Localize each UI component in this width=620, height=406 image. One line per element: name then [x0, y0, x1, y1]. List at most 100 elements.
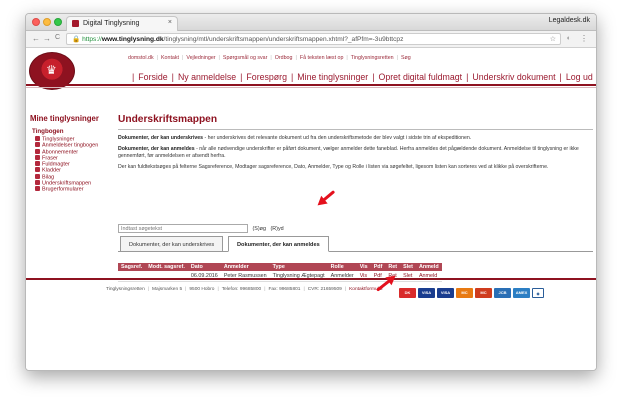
bullet-square-icon — [35, 167, 40, 173]
nav-separator: | — [240, 72, 243, 82]
intro-1-bold: Dokumenter, der kan underskrives — [118, 135, 204, 141]
footer-9500-hobro: 9500 Hobro — [189, 287, 215, 292]
sidebar-item-anmeldelser-tingbogen[interactable]: Anmeldelser tingbogen — [35, 142, 98, 149]
sidebar-item-label: Brugerformularer — [42, 186, 84, 193]
top-link-separator: | — [156, 55, 159, 61]
top-link-kontakt[interactable]: Kontakt — [161, 55, 179, 61]
bookmark-star-icon[interactable]: ☆ — [550, 35, 556, 43]
tab-title: Digital Tinglysning — [83, 20, 140, 27]
column-header-dato[interactable]: Dato — [187, 263, 221, 271]
footer-separator: | — [303, 287, 305, 292]
top-link-tinglysningsretten[interactable]: Tinglysningsretten — [351, 55, 394, 61]
sidebar-item-brugerformularer[interactable]: Brugerformularer — [35, 186, 98, 193]
secure-shield-icon: ◈ — [532, 287, 544, 298]
intro-paragraph-3: Der kan fuldtekstsøges på felterne Sagsr… — [118, 164, 549, 171]
nav-item-underskriv-dokument[interactable]: Underskriv dokument — [472, 72, 555, 82]
browser-menu-icon[interactable]: ⋮ — [580, 34, 588, 43]
card-dk-icon: DK — [399, 287, 416, 298]
footer-fax-99685801: Fax: 99685801 — [268, 287, 301, 292]
browser-window: Digital Tinglysning × Legaldesk.dk ← → C… — [25, 13, 597, 371]
card-amex-icon: AMEX — [513, 287, 530, 298]
column-header-anmeld[interactable]: Anmeld — [415, 263, 442, 271]
nav-separator: | — [132, 72, 135, 82]
browser-tab[interactable]: Digital Tinglysning × — [66, 16, 178, 31]
top-link-separator: | — [346, 55, 348, 61]
top-link-ordbog[interactable]: Ordbog — [275, 55, 293, 61]
top-link-domstol-dk[interactable]: domstol.dk — [128, 55, 154, 61]
tab-can-sign[interactable]: Dokumenter, der kan underskrives — [120, 236, 224, 252]
nav-item-mine-tinglysninger[interactable]: Mine tinglysninger — [297, 72, 368, 82]
url-scheme: https:// — [82, 36, 102, 43]
bullet-square-icon — [35, 136, 40, 141]
card-jcb-icon: JCB — [494, 287, 511, 298]
footer-telefon-99685800: Telefon: 99685800 — [221, 287, 262, 292]
footer-separator: | — [217, 287, 219, 292]
column-header-modt-sagsref[interactable]: Modt. sagsref. — [145, 263, 188, 271]
close-window-icon[interactable] — [32, 18, 40, 26]
maximize-window-icon[interactable] — [54, 18, 62, 26]
footer-separator: | — [344, 287, 347, 292]
top-link-sp-rgsma-l-og-svar[interactable]: Spørgsmål og svar — [223, 55, 267, 61]
intro-1-text: - her underskrives det relevante dokumen… — [203, 135, 472, 141]
search-row: Indtast søgetekst (S)øg (R)yd — [118, 224, 284, 233]
title-bar: Digital Tinglysning × Legaldesk.dk — [26, 14, 596, 31]
nav-separator: | — [466, 72, 469, 82]
bullet-square-icon — [35, 154, 40, 160]
minimize-window-icon[interactable] — [43, 18, 51, 26]
column-header-rolle[interactable]: Rolle — [327, 263, 357, 271]
top-link-vejledninger[interactable]: Vejledninger — [186, 55, 215, 61]
nav-item-log-ud[interactable]: Log ud — [566, 72, 593, 82]
column-header-slet[interactable]: Slet — [400, 263, 416, 271]
sidebar-heading: Tingbogen — [32, 128, 64, 135]
column-header-vis[interactable]: Vis — [356, 263, 371, 271]
intro-2-bold: Dokumenter, der kan anmeldes — [118, 146, 195, 153]
main-content: Underskriftsmappen Dokumenter, der kan u… — [118, 114, 593, 282]
nav-item-foresp-rg[interactable]: Forespørg — [246, 72, 287, 82]
column-header-anmelder[interactable]: Anmelder — [220, 263, 270, 271]
reset-button[interactable]: (R)yd — [270, 226, 283, 232]
footer: Tinglysningsretten | Majsmarken 5 | 9500 Hob… — [106, 287, 383, 292]
extension-icon[interactable]: ◐ — [567, 35, 571, 42]
search-input[interactable]: Indtast søgetekst — [118, 224, 248, 233]
sidebar-title: Mine tinglysninger — [30, 114, 99, 123]
column-header-ret[interactable]: Ret — [385, 263, 401, 271]
page-title: Underskriftsmappen — [118, 114, 218, 125]
bullet-square-icon — [35, 142, 40, 148]
profile-name[interactable]: Legaldesk.dk — [549, 17, 590, 24]
favicon-icon — [72, 20, 79, 27]
card-visa-icon: VISA — [437, 287, 454, 298]
top-link-separator: | — [181, 55, 184, 61]
tab-can-submit[interactable]: Dokumenter, der kan anmeldes — [228, 236, 329, 252]
bullet-square-icon — [35, 186, 40, 192]
forward-icon[interactable]: → — [43, 34, 51, 43]
card-mc-icon: MC — [456, 287, 473, 298]
content-tabs: Dokumenter, der kan underskrives Dokumen… — [118, 236, 593, 254]
card-mc-icon: MC — [475, 287, 492, 298]
tab-close-icon[interactable]: × — [168, 19, 172, 26]
nav-separator: | — [559, 72, 562, 82]
nav-divider — [26, 84, 596, 86]
reload-icon[interactable]: C — [55, 34, 60, 41]
sidebar-list: Tinglysninger Anmeldelser tingbogen Abonne… — [35, 136, 98, 193]
nav-separator: | — [291, 72, 294, 82]
top-link-fa-teksten-l-st-op[interactable]: Få teksten læst op — [300, 55, 344, 61]
search-button[interactable]: (S)øg — [253, 226, 266, 232]
column-header-sagsref[interactable]: Sagsref. — [118, 263, 146, 271]
top-links: domstol.dk | Kontakt | Vejledninger | Spørgsmå… — [128, 55, 411, 61]
bullet-square-icon — [35, 173, 40, 179]
url-host: www.tinglysning.dk — [101, 36, 164, 43]
nav-item-ny-anmeldelse[interactable]: Ny anmeldelse — [178, 72, 236, 82]
footer-divider — [26, 278, 596, 280]
nav-item-forside[interactable]: Forside — [138, 72, 167, 82]
nav-separator: | — [372, 72, 375, 82]
nav-item-opret-digital-fuldmagt[interactable]: Opret digital fuldmagt — [379, 72, 463, 82]
top-link-s-g[interactable]: Søg — [401, 55, 411, 61]
column-header-pdf[interactable]: Pdf — [370, 263, 386, 271]
lock-icon: 🔒 — [72, 36, 81, 43]
column-header-type[interactable]: Type — [269, 263, 328, 271]
url-input[interactable]: 🔒 https://www.tinglysning.dk/tinglysning… — [66, 33, 561, 45]
back-icon[interactable]: ← — [32, 34, 40, 43]
top-link-separator: | — [270, 55, 272, 61]
nav-separator: | — [171, 72, 174, 82]
footer-separator: | — [147, 287, 149, 292]
